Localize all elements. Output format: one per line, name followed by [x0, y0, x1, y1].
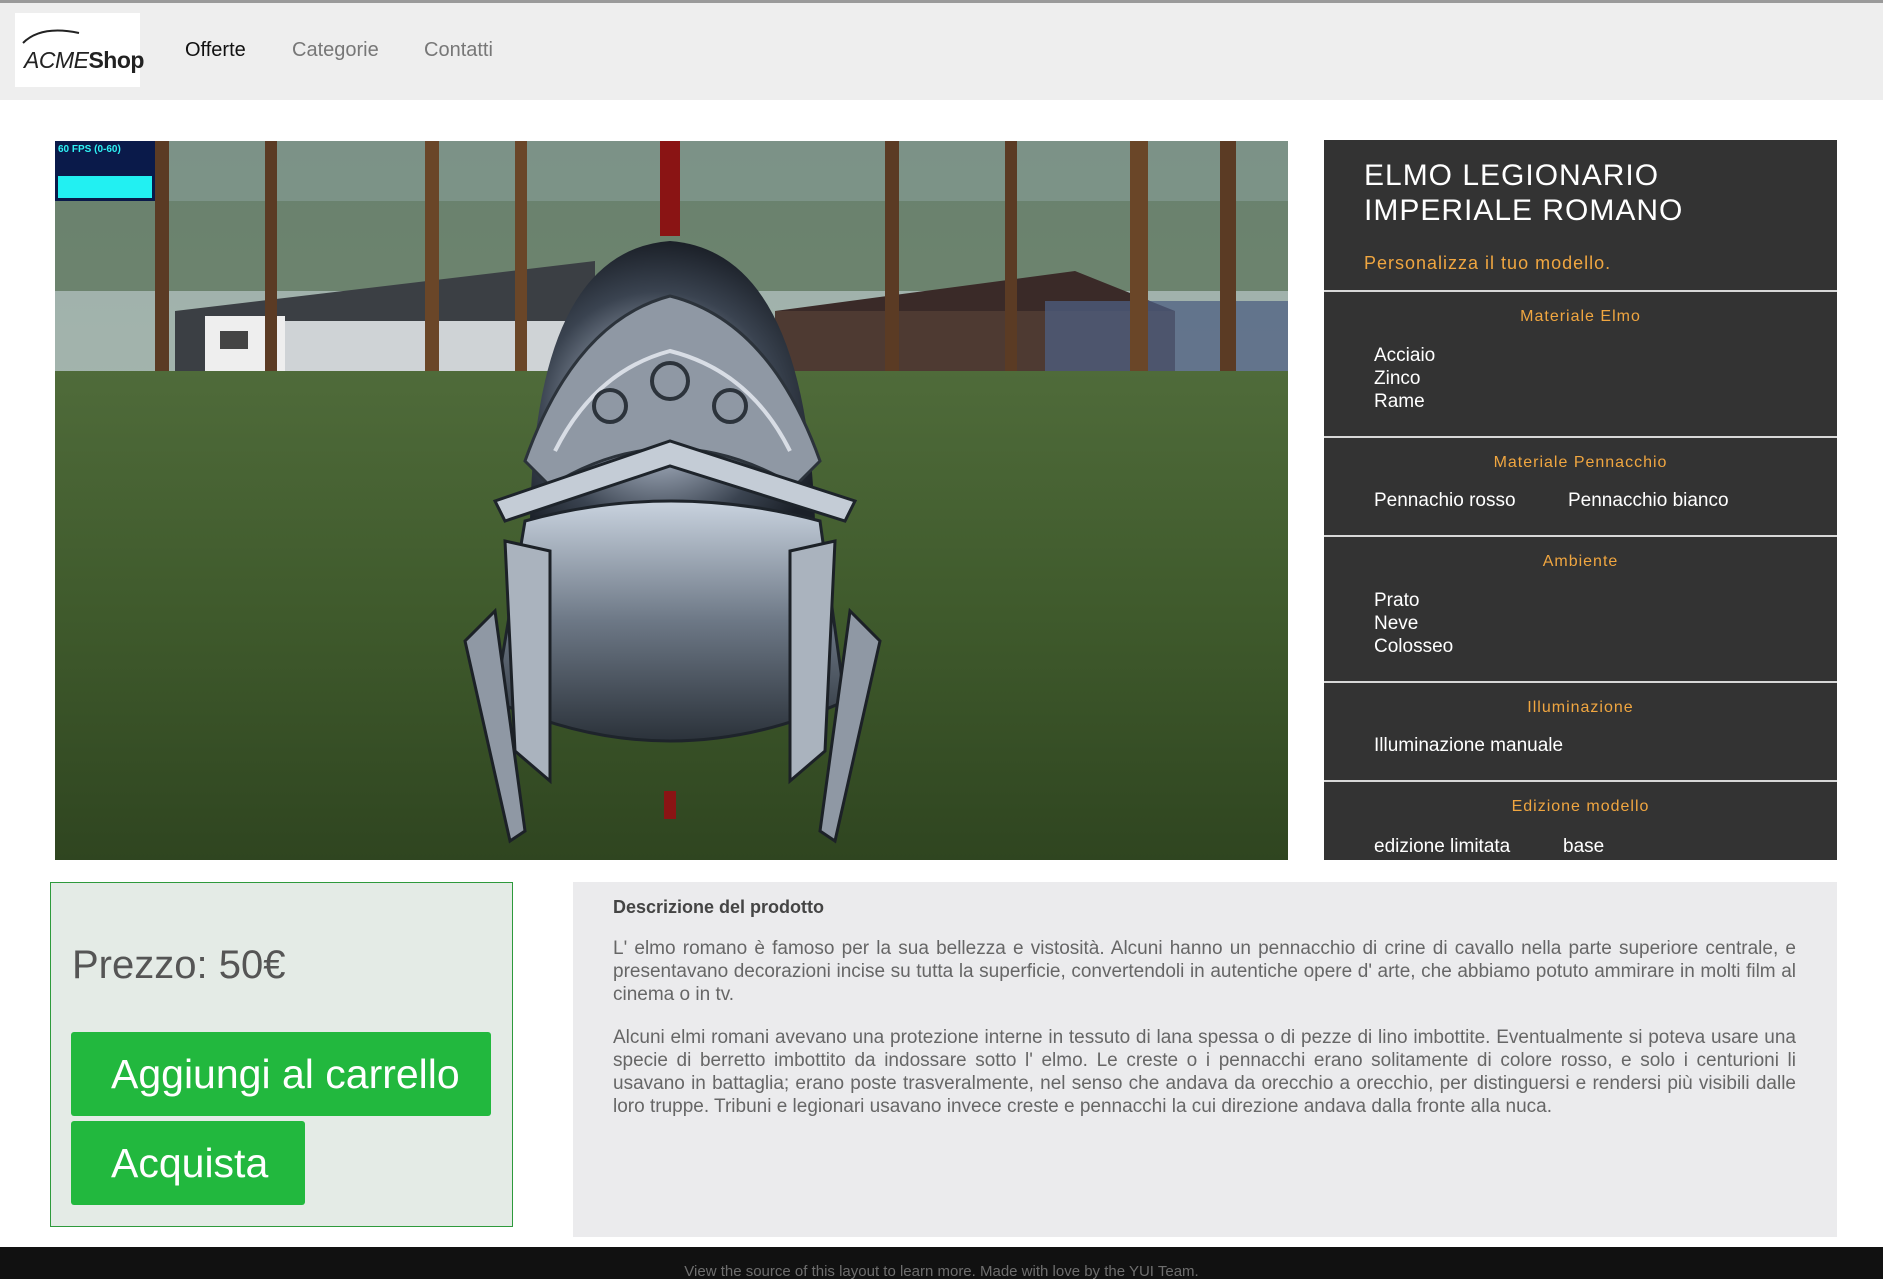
option-base[interactable]: base	[1563, 836, 1604, 858]
buy-button[interactable]: Acquista	[71, 1121, 305, 1205]
section-materiale-pennacchio: Materiale Pennacchio Pennachio rosso Pen…	[1324, 436, 1837, 535]
site-footer: View the source of this layout to learn …	[0, 1247, 1883, 1280]
description-title: Descrizione del prodotto	[613, 897, 825, 917]
purchase-box: Prezzo: 50€ Aggiungi al carrello Acquist…	[50, 882, 513, 1227]
section-title: Edizione modello	[1511, 798, 1650, 815]
option-pennacchio-bianco[interactable]: Pennacchio bianco	[1568, 490, 1729, 512]
helmet-scene-render	[55, 141, 1288, 860]
option-acciaio[interactable]: Acciaio	[1374, 345, 1435, 367]
option-neve[interactable]: Neve	[1374, 613, 1418, 635]
section-illuminazione: Illuminazione Illuminazione manuale	[1324, 681, 1837, 780]
option-edizione-limitata[interactable]: edizione limitata	[1374, 836, 1510, 858]
section-ambiente: Ambiente Prato Neve Colosseo	[1324, 535, 1837, 681]
section-title: Materiale Elmo	[1520, 308, 1641, 325]
section-edizione-modello: Edizione modello edizione limitata base	[1324, 780, 1837, 860]
fps-counter: 60 FPS (0-60)	[55, 141, 155, 201]
section-title: Illuminazione	[1527, 699, 1634, 716]
section-title: Ambiente	[1542, 553, 1619, 570]
nav-categorie[interactable]: Categorie	[292, 39, 379, 62]
option-illuminazione-manuale[interactable]: Illuminazione manuale	[1374, 735, 1563, 757]
option-rame[interactable]: Rame	[1374, 391, 1425, 413]
fps-label: 60 FPS (0-60)	[58, 144, 121, 155]
customization-panel: ELMO LEGIONARIO IMPERIALE ROMANO Persona…	[1324, 140, 1837, 860]
section-title: Materiale Pennacchio	[1493, 454, 1668, 471]
nav-contatti[interactable]: Contatti	[424, 39, 493, 62]
logo-swoosh-icon	[22, 29, 80, 44]
option-zinco[interactable]: Zinco	[1374, 368, 1420, 390]
nav-offerte[interactable]: Offerte	[185, 39, 246, 62]
description-paragraph-2: Alcuni elmi romani avevano una protezion…	[613, 1027, 1796, 1117]
price-label: Prezzo: 50€	[72, 943, 286, 987]
add-to-cart-button[interactable]: Aggiungi al carrello	[71, 1032, 491, 1116]
option-colosseo[interactable]: Colosseo	[1374, 636, 1453, 658]
option-pennacchio-rosso[interactable]: Pennachio rosso	[1374, 490, 1516, 512]
footer-text: View the source of this layout to learn …	[684, 1263, 1199, 1280]
option-prato[interactable]: Prato	[1374, 590, 1419, 612]
product-title: ELMO LEGIONARIO IMPERIALE ROMANO	[1364, 159, 1684, 227]
product-description: Descrizione del prodotto L' elmo romano …	[573, 882, 1837, 1237]
acme-shop-logo[interactable]: ACMEShop	[15, 13, 144, 87]
section-materiale-elmo: Materiale Elmo Acciaio Zinco Rame	[1324, 290, 1837, 436]
3d-helmet-viewer[interactable]	[55, 141, 1288, 860]
product-subtitle: Personalizza il tuo modello.	[1364, 253, 1612, 273]
fps-graph	[58, 176, 152, 198]
description-paragraph-1: L' elmo romano è famoso per la sua belle…	[613, 938, 1796, 1005]
logo-text: ACMEShop	[24, 47, 144, 73]
site-header: ACMEShop Offerte Categorie Contatti	[0, 3, 1883, 100]
